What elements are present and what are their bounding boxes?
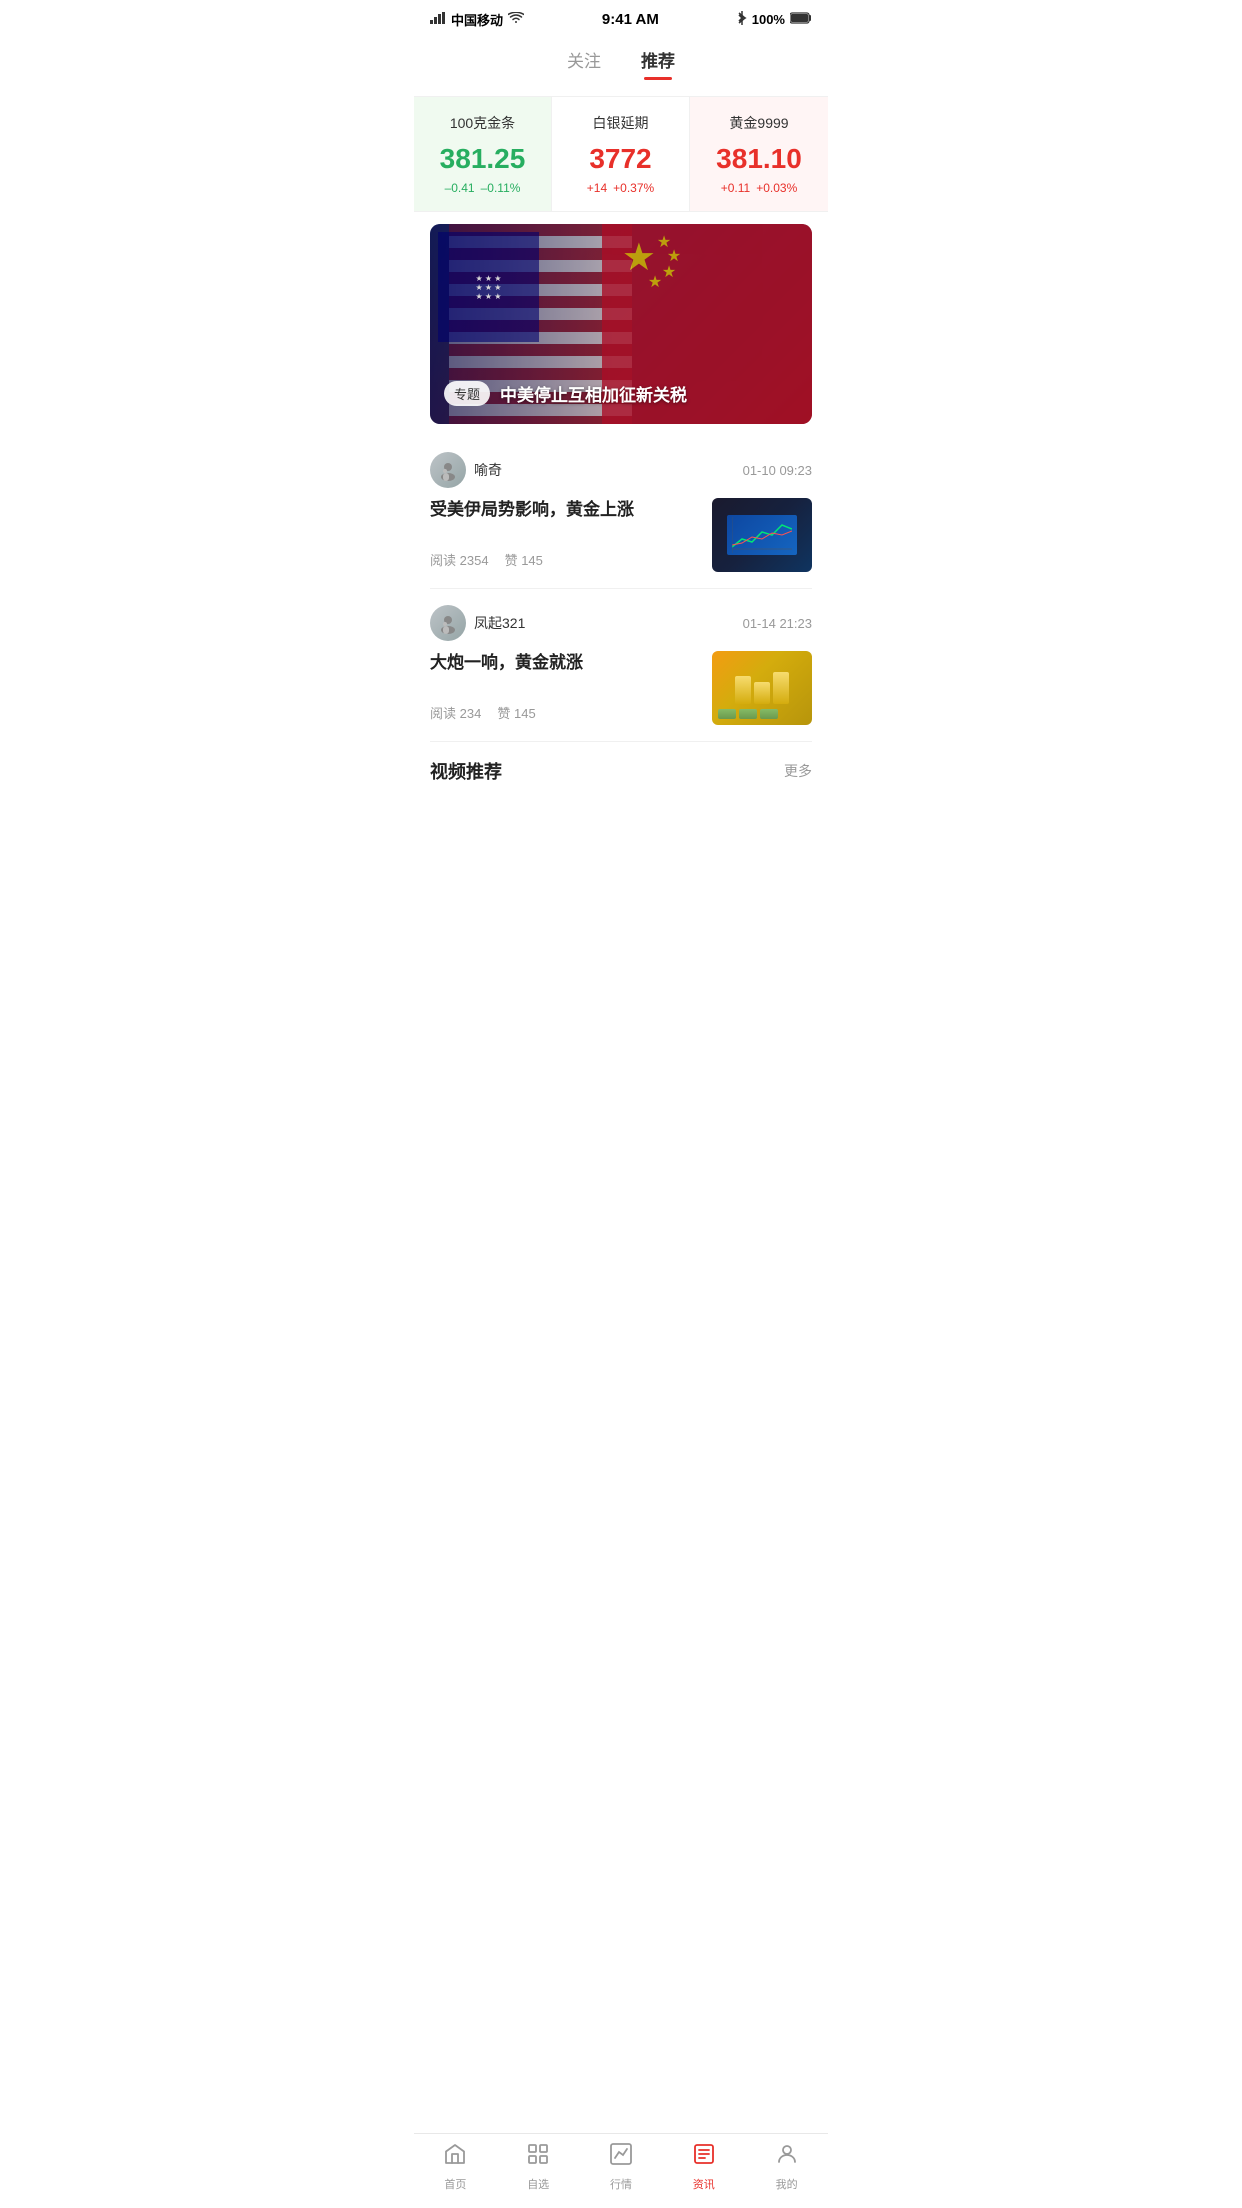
article-body-0: 受美伊局势影响，黄金上涨 阅读 2354 赞 145 — [430, 498, 812, 572]
avatar-0 — [430, 452, 466, 488]
battery-icon — [790, 12, 812, 27]
price-card-change-1: +14 +0.37% — [562, 181, 679, 195]
money-rolls — [718, 709, 778, 719]
price-card-name-2: 黄金9999 — [700, 113, 818, 133]
likes-label-0: 赞 145 — [505, 550, 543, 569]
article-author-0: 喻奇 — [430, 452, 502, 488]
article-headline-0: 受美伊局势影响，黄金上涨 — [430, 498, 700, 522]
video-section-more[interactable]: 更多 — [784, 761, 812, 781]
tab-bar: 关注 推荐 — [414, 35, 828, 80]
video-section-title: 视频推荐 — [430, 758, 502, 784]
nav-label-home: 首页 — [444, 2176, 466, 2192]
reads-label-1: 阅读 234 — [430, 703, 481, 722]
article-time-0: 01-10 09:23 — [743, 463, 812, 478]
article-body-1: 大炮一响，黄金就涨 阅读 234 赞 145 — [430, 651, 812, 725]
grid-icon — [526, 2142, 550, 2172]
tab-recommend[interactable]: 推荐 — [641, 47, 675, 80]
gold-bar-1 — [735, 676, 751, 704]
nav-item-watchlist[interactable]: 自选 — [497, 2142, 580, 2192]
news-banner[interactable]: ★ ★ ★★ ★ ★★ ★ ★ ★ ★ ★ ★ ★ 专题 中美停止互相加征新关税 — [430, 224, 812, 424]
article-time-1: 01-14 21:23 — [743, 616, 812, 631]
banner-tag: 专题 — [444, 381, 490, 406]
price-card-change-0: –0.41 –0.11% — [424, 181, 541, 195]
avatar-1 — [430, 605, 466, 641]
banner-headline: 中美停止互相加征新关税 — [500, 381, 687, 406]
banner-content: 专题 中美停止互相加征新关税 — [444, 381, 798, 406]
nav-item-profile[interactable]: 我的 — [745, 2142, 828, 2192]
price-card-name-0: 100克金条 — [424, 113, 541, 133]
tab-follow[interactable]: 关注 — [567, 47, 601, 80]
nav-item-news[interactable]: 资讯 — [662, 2142, 745, 2192]
news-icon — [692, 2142, 716, 2172]
video-section-header: 视频推荐 更多 — [414, 742, 828, 796]
nav-label-watchlist: 自选 — [527, 2176, 549, 2192]
nav-item-market[interactable]: 行情 — [580, 2142, 663, 2192]
price-card-gold9999[interactable]: 黄金9999 381.10 +0.11 +0.03% — [690, 97, 828, 211]
article-headline-1: 大炮一响，黄金就涨 — [430, 651, 700, 675]
price-card-change-2: +0.11 +0.03% — [700, 181, 818, 195]
article-thumbnail-1 — [712, 651, 812, 725]
gold-bar-2 — [754, 682, 770, 704]
author-name-1: 凤起321 — [474, 613, 525, 633]
signal-icon — [430, 12, 446, 27]
author-name-0: 喻奇 — [474, 460, 502, 480]
battery-percent: 100% — [752, 12, 785, 27]
status-time: 9:41 AM — [602, 11, 659, 28]
article-list: 喻奇 01-10 09:23 受美伊局势影响，黄金上涨 阅读 2354 赞 14… — [414, 436, 828, 742]
chart-icon — [609, 2142, 633, 2172]
price-card-silver[interactable]: 白银延期 3772 +14 +0.37% — [552, 97, 690, 211]
person-icon — [775, 2142, 799, 2172]
price-card-value-2: 381.10 — [700, 143, 818, 175]
status-bar: 中国移动 9:41 AM 100% — [414, 0, 828, 35]
nav-label-news: 资讯 — [693, 2176, 715, 2192]
gold-bar-3 — [773, 672, 789, 704]
nav-label-market: 行情 — [610, 2176, 632, 2192]
price-card-gold-bar[interactable]: 100克金条 381.25 –0.41 –0.11% — [414, 97, 552, 211]
article-text-0: 受美伊局势影响，黄金上涨 阅读 2354 赞 145 — [430, 498, 700, 569]
price-cards: 100克金条 381.25 –0.41 –0.11% 白银延期 3772 +14… — [414, 96, 828, 212]
price-card-value-0: 381.25 — [424, 143, 541, 175]
article-thumbnail-0 — [712, 498, 812, 572]
article-item-1[interactable]: 凤起321 01-14 21:23 大炮一响，黄金就涨 阅读 234 赞 145 — [430, 589, 812, 742]
status-left: 中国移动 — [430, 10, 524, 29]
article-text-1: 大炮一响，黄金就涨 阅读 234 赞 145 — [430, 651, 700, 722]
status-right: 100% — [737, 11, 812, 28]
article-stats-1: 阅读 234 赞 145 — [430, 703, 700, 722]
article-header-1: 凤起321 01-14 21:23 — [430, 605, 812, 641]
bluetooth-icon — [737, 11, 747, 28]
carrier-name: 中国移动 — [451, 10, 503, 29]
price-card-name-1: 白银延期 — [562, 113, 679, 133]
wifi-icon — [508, 12, 524, 27]
article-header-0: 喻奇 01-10 09:23 — [430, 452, 812, 488]
reads-label-0: 阅读 2354 — [430, 550, 489, 569]
bottom-nav: 首页 自选 行情 — [414, 2133, 828, 2208]
article-author-1: 凤起321 — [430, 605, 525, 641]
home-icon — [443, 2142, 467, 2172]
article-stats-0: 阅读 2354 赞 145 — [430, 550, 700, 569]
nav-item-home[interactable]: 首页 — [414, 2142, 497, 2192]
article-item-0[interactable]: 喻奇 01-10 09:23 受美伊局势影响，黄金上涨 阅读 2354 赞 14… — [430, 436, 812, 589]
nav-label-profile: 我的 — [776, 2176, 798, 2192]
price-card-value-1: 3772 — [562, 143, 679, 175]
likes-label-1: 赞 145 — [497, 703, 535, 722]
